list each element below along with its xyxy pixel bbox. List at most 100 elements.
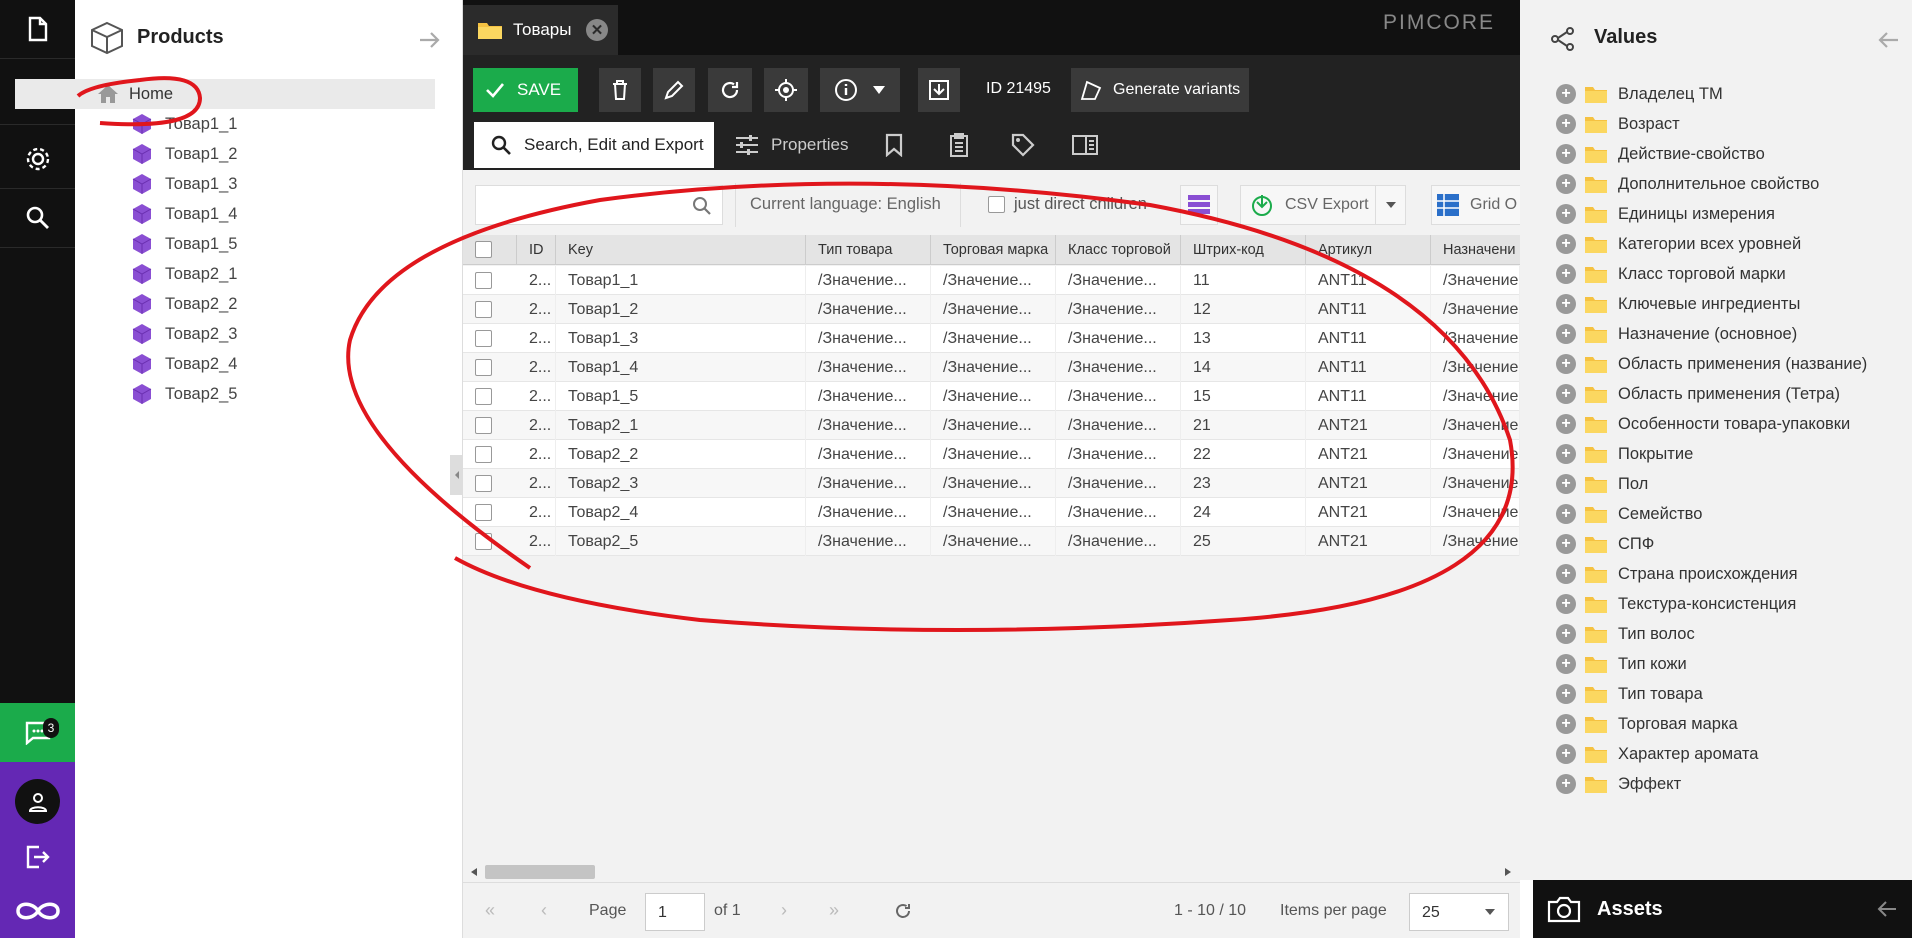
cell-brand-class[interactable]: /Значение...: [1056, 498, 1181, 527]
expand-icon[interactable]: +: [1556, 504, 1576, 524]
tab-products-folder[interactable]: Товары ✕: [463, 5, 618, 55]
cell-sku[interactable]: ANT11: [1306, 324, 1431, 353]
values-tree-item[interactable]: + Эффект: [1556, 769, 1681, 799]
cell-id[interactable]: 2...: [517, 440, 556, 469]
horizontal-scrollbar[interactable]: [470, 863, 1512, 880]
cell-type[interactable]: /Значение...: [806, 498, 931, 527]
values-tree-item[interactable]: + Покрытие: [1556, 439, 1693, 469]
assets-panel-header[interactable]: Assets: [1533, 880, 1912, 938]
expand-icon[interactable]: +: [1556, 564, 1576, 584]
cell-key[interactable]: Товар2_1: [556, 411, 806, 440]
row-checkbox[interactable]: [475, 359, 492, 376]
values-tree-item[interactable]: + Торговая марка: [1556, 709, 1738, 739]
tree-item-product[interactable]: Товар1_5: [131, 229, 237, 259]
expand-icon[interactable]: +: [1556, 534, 1576, 554]
row-checkbox[interactable]: [475, 272, 492, 289]
cell-brand[interactable]: /Значение...: [931, 324, 1056, 353]
expand-icon[interactable]: +: [1556, 444, 1576, 464]
tree-item-product[interactable]: Товар1_4: [131, 199, 237, 229]
cell-brand[interactable]: /Значение...: [931, 266, 1056, 295]
tree-item-product[interactable]: Товар2_5: [131, 379, 237, 409]
column-header-type[interactable]: Тип товара: [806, 235, 931, 265]
rename-button[interactable]: [653, 68, 695, 112]
cell-purpose[interactable]: /Значение: [1431, 411, 1520, 440]
values-tree-item[interactable]: + Область применения (Тетра): [1556, 379, 1840, 409]
column-header-barcode[interactable]: Штрих-код: [1181, 235, 1306, 265]
tab-bookmarks[interactable]: [885, 122, 913, 168]
values-tree-item[interactable]: + СПФ: [1556, 529, 1654, 559]
values-tree-item[interactable]: + Текстура-консистенция: [1556, 589, 1796, 619]
cell-sku[interactable]: ANT11: [1306, 295, 1431, 324]
cell-id[interactable]: 2...: [517, 469, 556, 498]
cell-id[interactable]: 2...: [517, 266, 556, 295]
cell-brand[interactable]: /Значение...: [931, 527, 1056, 556]
cell-purpose[interactable]: /Значение: [1431, 324, 1520, 353]
table-row[interactable]: 2... Товар2_4/Значение.../Значение.../Зна…: [463, 498, 1520, 527]
cell-purpose[interactable]: /Значение: [1431, 266, 1520, 295]
expand-icon[interactable]: +: [1556, 324, 1576, 344]
cell-barcode[interactable]: 21: [1181, 411, 1306, 440]
page-number-input[interactable]: 1: [645, 893, 705, 931]
tab-tags[interactable]: [1011, 122, 1041, 168]
expand-icon[interactable]: +: [1556, 654, 1576, 674]
expand-icon[interactable]: +: [1556, 264, 1576, 284]
cell-sku[interactable]: ANT21: [1306, 469, 1431, 498]
cell-brand[interactable]: /Значение...: [931, 411, 1056, 440]
cell-type[interactable]: /Значение...: [806, 469, 931, 498]
csv-export-button[interactable]: CSV Export: [1240, 185, 1406, 225]
cell-brand-class[interactable]: /Значение...: [1056, 295, 1181, 324]
values-tree-item[interactable]: + Владелец ТМ: [1556, 79, 1723, 109]
values-tree-item[interactable]: + Область применения (название): [1556, 349, 1867, 379]
tab-preview[interactable]: [1071, 122, 1101, 168]
cell-brand-class[interactable]: /Значение...: [1056, 469, 1181, 498]
values-tree-item[interactable]: + Ключевые ингредиенты: [1556, 289, 1800, 319]
cell-type[interactable]: /Значение...: [806, 382, 931, 411]
cell-id[interactable]: 2...: [517, 295, 556, 324]
cell-barcode[interactable]: 13: [1181, 324, 1306, 353]
cell-barcode[interactable]: 15: [1181, 382, 1306, 411]
cell-brand[interactable]: /Значение...: [931, 295, 1056, 324]
cell-key[interactable]: Товар1_1: [556, 266, 806, 295]
expand-icon[interactable]: +: [1556, 114, 1576, 134]
cell-brand-class[interactable]: /Значение...: [1056, 527, 1181, 556]
items-per-page-select[interactable]: 25: [1409, 893, 1509, 931]
row-checkbox[interactable]: [475, 475, 492, 492]
csv-export-dropdown[interactable]: [1375, 186, 1405, 224]
values-tree-item[interactable]: + Возраст: [1556, 109, 1680, 139]
select-all-checkbox[interactable]: [475, 241, 492, 258]
expand-icon[interactable]: +: [1556, 474, 1576, 494]
first-page-icon[interactable]: «: [485, 900, 495, 921]
cell-type[interactable]: /Значение...: [806, 440, 931, 469]
cell-brand[interactable]: /Значение...: [931, 382, 1056, 411]
expand-icon[interactable]: +: [1556, 594, 1576, 614]
cell-barcode[interactable]: 22: [1181, 440, 1306, 469]
table-row[interactable]: 2... Товар2_2/Значение.../Значение.../Зна…: [463, 440, 1520, 469]
cell-key[interactable]: Товар1_2: [556, 295, 806, 324]
tree-item-product[interactable]: Товар2_4: [131, 349, 237, 379]
prev-page-icon[interactable]: ‹: [541, 900, 547, 921]
table-row[interactable]: 2... Товар2_3/Значение.../Значение.../Зна…: [463, 469, 1520, 498]
cell-sku[interactable]: ANT11: [1306, 266, 1431, 295]
expand-icon[interactable]: +: [1556, 84, 1576, 104]
cell-brand[interactable]: /Значение...: [931, 353, 1056, 382]
values-tree-item[interactable]: + Класс торговой марки: [1556, 259, 1786, 289]
values-tree-item[interactable]: + Характер аромата: [1556, 739, 1758, 769]
cell-barcode[interactable]: 11: [1181, 266, 1306, 295]
values-tree-item[interactable]: + Тип товара: [1556, 679, 1703, 709]
expand-icon[interactable]: +: [1556, 774, 1576, 794]
grid-search-input[interactable]: [475, 185, 723, 225]
table-row[interactable]: 2... Товар1_4/Значение.../Значение.../Зна…: [463, 353, 1520, 382]
direct-children-checkbox[interactable]: [988, 196, 1005, 213]
cell-barcode[interactable]: 23: [1181, 469, 1306, 498]
values-tree-item[interactable]: + Семейство: [1556, 499, 1702, 529]
cell-id[interactable]: 2...: [517, 382, 556, 411]
table-row[interactable]: 2... Товар1_1/Значение.../Значение.../Зна…: [463, 266, 1520, 295]
tree-item-product[interactable]: Товар2_1: [131, 259, 237, 289]
last-page-icon[interactable]: »: [829, 900, 839, 921]
cell-id[interactable]: 2...: [517, 324, 556, 353]
cell-id[interactable]: 2...: [517, 353, 556, 382]
cell-purpose[interactable]: /Значение: [1431, 527, 1520, 556]
cell-barcode[interactable]: 14: [1181, 353, 1306, 382]
expand-icon[interactable]: +: [1556, 714, 1576, 734]
delete-button[interactable]: [599, 68, 641, 112]
